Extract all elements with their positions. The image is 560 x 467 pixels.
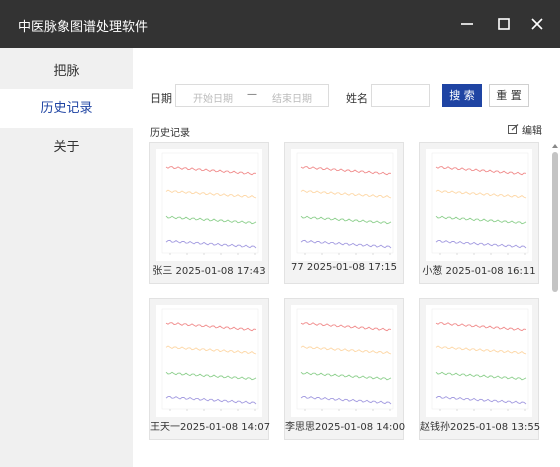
close-icon xyxy=(531,18,543,30)
close-button[interactable] xyxy=(525,12,549,36)
pulse-chart-thumbnail xyxy=(156,305,262,417)
search-button[interactable]: 搜 索 xyxy=(442,84,482,107)
edit-label: 编辑 xyxy=(522,126,542,137)
pulse-chart-thumbnail xyxy=(156,149,262,261)
pulse-chart-thumbnail xyxy=(426,305,532,417)
history-card[interactable]: 赵钱孙2025-01-08 13:55 xyxy=(419,298,541,440)
history-grid: 张三 2025-01-08 17:43 77 2025-01-08 17:15 小葱… xyxy=(145,142,543,467)
sidebar-item-pulse[interactable]: 把脉 xyxy=(0,52,133,91)
pulse-chart-thumbnail xyxy=(291,305,397,417)
history-card[interactable]: 王天一2025-01-08 14:07 xyxy=(149,298,271,440)
minimize-icon xyxy=(461,23,473,25)
sidebar-item-about[interactable]: 关于 xyxy=(0,128,133,167)
maximize-icon xyxy=(498,18,510,30)
date-range-picker[interactable]: 开始日期 — 结束日期 xyxy=(175,84,329,107)
history-card-caption: 李思思2025-01-08 14:00 xyxy=(285,422,406,433)
sidebar-item-label: 历史记录 xyxy=(40,101,93,116)
start-date-input[interactable]: 开始日期 xyxy=(182,90,244,105)
date-range-separator: — xyxy=(247,89,257,100)
history-card-caption: 赵钱孙2025-01-08 13:55 xyxy=(420,422,541,433)
end-date-input[interactable]: 结束日期 xyxy=(260,90,324,105)
scroll-up-icon xyxy=(552,144,558,148)
maximize-button[interactable] xyxy=(492,12,516,36)
name-label: 姓名 xyxy=(346,92,368,105)
pulse-chart-thumbnail xyxy=(291,149,397,261)
history-card[interactable]: 77 2025-01-08 17:15 xyxy=(284,142,404,284)
history-card-caption: 王天一2025-01-08 14:07 xyxy=(150,422,271,433)
sidebar-item-label: 关于 xyxy=(53,140,80,155)
minimize-button[interactable] xyxy=(455,12,479,36)
section-title: 历史记录 xyxy=(150,128,190,139)
sidebar-item-history[interactable]: 历史记录 xyxy=(0,89,133,128)
window-title: 中医脉象图谱处理软件 xyxy=(18,20,149,35)
history-card-caption: 小葱 2025-01-08 16:11 xyxy=(422,266,536,277)
history-card[interactable]: 李思思2025-01-08 14:00 xyxy=(284,298,406,440)
sidebar: 把脉 历史记录 关于 xyxy=(0,48,133,467)
history-card-caption: 77 2025-01-08 17:15 xyxy=(290,262,397,273)
pulse-chart-thumbnail xyxy=(426,149,532,261)
reset-button[interactable]: 重 置 xyxy=(489,84,529,107)
history-card-caption: 张三 2025-01-08 17:43 xyxy=(152,266,266,277)
scrollbar-thumb[interactable] xyxy=(552,152,558,292)
history-card[interactable]: 张三 2025-01-08 17:43 xyxy=(149,142,269,284)
scrollbar[interactable] xyxy=(550,142,560,467)
edit-icon xyxy=(508,124,519,134)
history-card[interactable]: 小葱 2025-01-08 16:11 xyxy=(419,142,539,284)
date-label: 日期 xyxy=(150,92,172,105)
sidebar-item-label: 把脉 xyxy=(53,64,80,79)
name-input[interactable] xyxy=(371,84,430,107)
title-bar: 中医脉象图谱处理软件 xyxy=(0,0,560,48)
main-content: 日期 开始日期 — 结束日期 姓名 搜 索 重 置 历史记录 编辑 张三 202… xyxy=(133,48,560,467)
